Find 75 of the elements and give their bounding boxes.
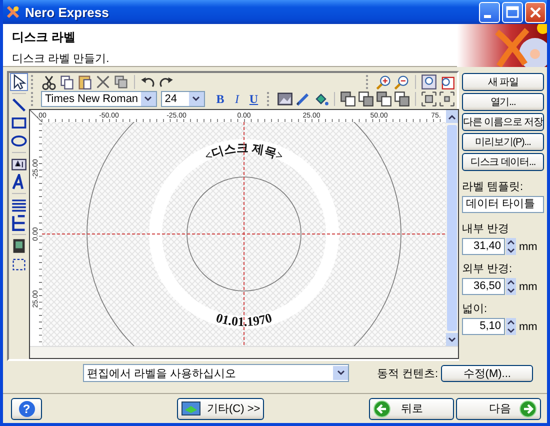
page-subtitle: 디스크 라벨 만들기. — [12, 52, 110, 66]
picture-frame-icon[interactable] — [11, 238, 27, 254]
field-label: 넓이: — [462, 302, 488, 316]
page-title: 디스크 라벨 — [12, 29, 76, 46]
template-select[interactable]: 데이터 타이틀 — [462, 196, 544, 213]
help-button[interactable]: ? — [11, 398, 42, 420]
align-icon[interactable] — [421, 91, 437, 108]
image-icon[interactable] — [277, 91, 294, 108]
number-field[interactable]: 5,10 — [462, 318, 505, 335]
fill-icon[interactable] — [313, 91, 330, 108]
app-icon — [6, 5, 20, 19]
disc-title[interactable]: <디스크 제목> — [202, 140, 286, 164]
list-icon[interactable] — [11, 197, 27, 213]
underline-button[interactable]: U — [246, 92, 262, 107]
delete-icon[interactable] — [95, 74, 111, 90]
spin-buttons[interactable] — [506, 278, 516, 295]
side-button[interactable]: 다른 이름으로 저장 — [462, 113, 544, 131]
send-backward-icon[interactable] — [376, 91, 392, 108]
duplicate-icon[interactable] — [113, 74, 129, 90]
textbox-icon[interactable] — [11, 156, 27, 172]
paste-icon[interactable] — [77, 74, 93, 90]
window-title: Nero Express — [25, 4, 109, 20]
zoom-fit-icon[interactable] — [421, 74, 437, 90]
font-select[interactable]: Times New Roman — [40, 91, 157, 108]
field-label: 내부 반경 — [462, 222, 510, 236]
template-label: 라벨 템플릿: — [462, 180, 524, 194]
line-icon[interactable] — [11, 97, 27, 113]
next-button[interactable]: 다음 — [456, 398, 541, 420]
side-button[interactable]: 열기... — [462, 93, 544, 111]
usage-select[interactable]: 편집에서 라벨을 사용하십시오 — [83, 364, 349, 382]
bold-button[interactable]: B — [212, 92, 228, 107]
minimize-button[interactable] — [479, 2, 500, 22]
side-button[interactable]: 디스크 데이터... — [462, 153, 544, 171]
pencil-icon[interactable] — [295, 91, 312, 108]
send-back-icon[interactable] — [394, 91, 410, 108]
more-button[interactable]: 기타(C) >> — [177, 398, 264, 420]
bring-front-icon[interactable] — [340, 91, 356, 108]
monitor-icon — [181, 400, 201, 416]
bring-forward-icon[interactable] — [358, 91, 374, 108]
unit-label: mm — [519, 320, 538, 332]
spin-buttons[interactable] — [506, 238, 516, 255]
selection-icon[interactable] — [11, 256, 27, 272]
scissors-icon[interactable] — [41, 74, 57, 90]
italic-button[interactable]: I — [230, 92, 244, 107]
caret-icon — [192, 96, 200, 102]
zoom-out-icon[interactable] — [394, 74, 410, 90]
label-ring[interactable] — [149, 139, 339, 329]
side-button[interactable]: 미리보기(P)... — [462, 133, 544, 151]
number-field[interactable]: 36,50 — [462, 278, 505, 295]
zoom-in-icon[interactable] — [376, 74, 392, 90]
maximize-button[interactable] — [502, 2, 523, 22]
horizontal-scrollbar[interactable] — [30, 346, 458, 358]
scroll-down-icon[interactable] — [448, 336, 456, 342]
disc-date[interactable]: 01.01.1970 — [214, 310, 274, 330]
vertical-scrollbar[interactable] — [446, 110, 458, 346]
ellipse-icon[interactable] — [11, 133, 27, 149]
field-label: 외부 반경: — [462, 262, 514, 276]
dynamic-content-label: 동적 컨텐츠: — [377, 366, 438, 380]
spin-buttons[interactable] — [506, 318, 516, 335]
rectangle-icon[interactable] — [11, 115, 27, 131]
back-button[interactable]: 뒤로 — [369, 398, 454, 420]
scroll-up-icon[interactable] — [448, 114, 456, 120]
minimize-icon — [484, 14, 491, 18]
fit-icon[interactable] — [439, 91, 455, 108]
close-button[interactable] — [525, 2, 546, 22]
pointer-icon[interactable] — [11, 74, 27, 90]
number-field[interactable]: 31,40 — [462, 238, 505, 255]
font-size-select[interactable]: 24 — [160, 91, 205, 108]
unit-label: mm — [519, 240, 538, 252]
unit-label: mm — [519, 280, 538, 292]
side-button[interactable]: 새 파일 — [462, 73, 544, 91]
caret-icon — [336, 370, 344, 376]
copy-icon[interactable] — [59, 74, 75, 90]
edit-button[interactable]: 수정(M)... — [441, 364, 534, 382]
caret-icon — [144, 96, 152, 102]
